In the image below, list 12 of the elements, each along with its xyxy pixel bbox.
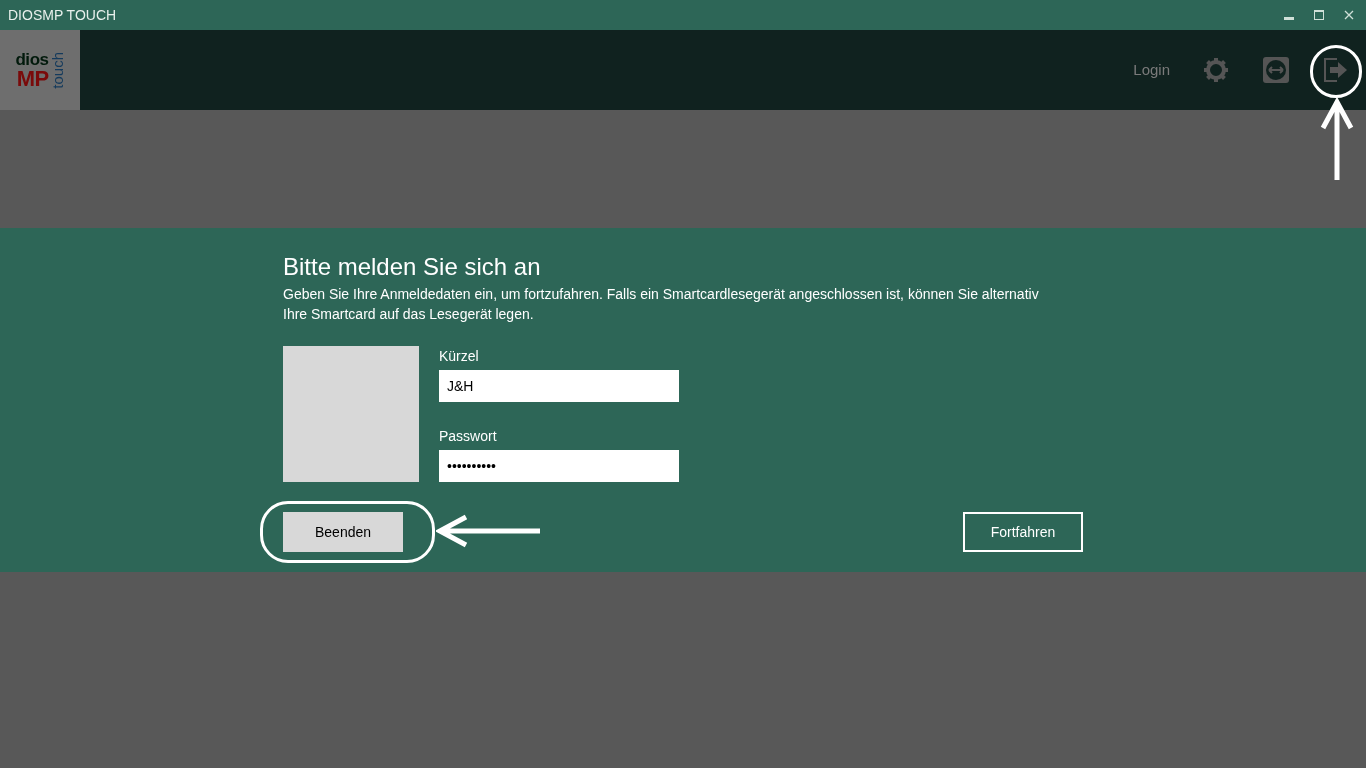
input-field[interactable]: J&H bbox=[439, 370, 679, 402]
field-label: Kürzel bbox=[439, 347, 480, 366]
field-label: Passwort bbox=[439, 427, 498, 446]
input-field[interactable]: •••••••••• bbox=[439, 450, 679, 482]
login-description: Geben Sie Ihre Anmeldedaten ein, um fortzufahren. Falls ein Smartcardlesegerät angeschlossen ist, können Sie alternativ Ihre Smartcard auf das Lesegerät legen. bbox=[283, 285, 1040, 324]
close-icon[interactable] bbox=[1344, 10, 1354, 20]
maximize-icon[interactable] bbox=[1314, 10, 1324, 20]
login-title: Bitte melden Sie sich an bbox=[283, 252, 542, 282]
window-title: DIOSMP TOUCH bbox=[8, 5, 117, 25]
login-label[interactable]: Login bbox=[1133, 58, 1170, 82]
quit-button[interactable]: Beenden bbox=[283, 512, 403, 552]
continue-button[interactable]: Fortfahren bbox=[963, 512, 1083, 552]
